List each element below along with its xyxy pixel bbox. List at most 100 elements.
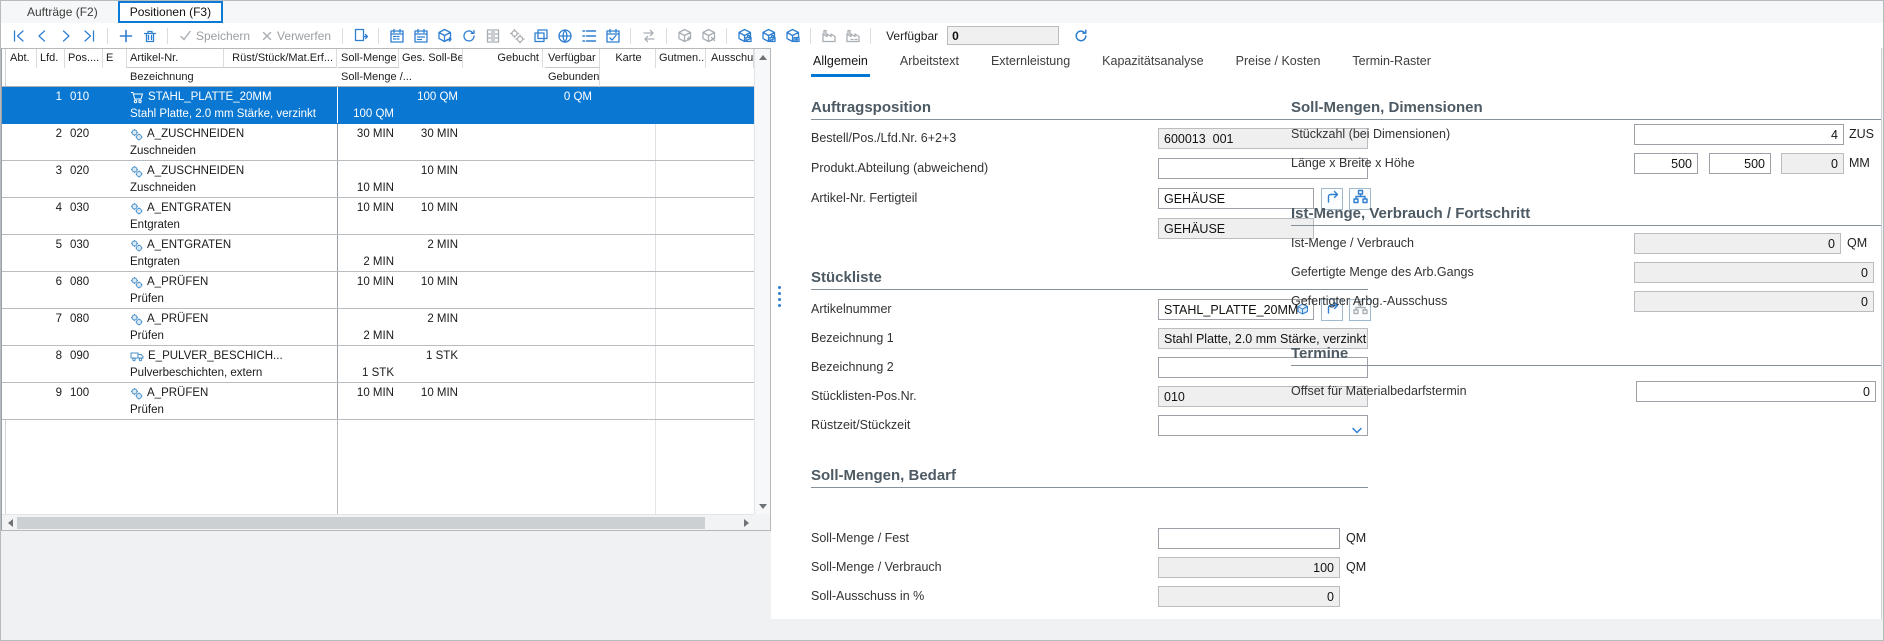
scroll-left-icon[interactable]: [2, 515, 18, 531]
breite-field[interactable]: 500: [1709, 153, 1771, 174]
scrollbar-thumb[interactable]: [17, 517, 705, 529]
cell-verfuegbar: 0 QM: [545, 88, 595, 106]
table-row[interactable]: 7 080 A_PRÜFEN 2 MIN Prüfen 2 MIN: [2, 309, 754, 346]
ruestzeit-dropdown[interactable]: [1158, 415, 1368, 436]
gears-process-icon[interactable]: [506, 25, 527, 46]
cell-soll-menge: 2 MIN: [338, 253, 397, 271]
save-button[interactable]: Speichern: [175, 29, 254, 43]
first-record-button[interactable]: [7, 25, 28, 46]
soll-menge-fest-field[interactable]: [1158, 528, 1340, 549]
archive-cabinet-icon[interactable]: [482, 25, 503, 46]
toolbar-separator: [870, 28, 871, 44]
table-row[interactable]: 6 080 A_PRÜFEN 10 MIN 10 MIN Prüfen: [2, 272, 754, 309]
ruestzeit-label: Rüstzeit/Stückzeit: [811, 418, 910, 432]
copy-document-icon[interactable]: [350, 25, 371, 46]
factory-2-icon[interactable]: [842, 25, 863, 46]
table-row[interactable]: 9 100 A_PRÜFEN 10 MIN 10 MIN Prüfen: [2, 383, 754, 420]
col-header-abt[interactable]: Abt.: [7, 49, 37, 68]
cell-lfd: 2: [37, 125, 65, 143]
toolbar-separator: [726, 28, 727, 44]
panel-splitter[interactable]: [771, 48, 787, 619]
table-vertical-scrollbar[interactable]: [754, 49, 770, 514]
last-record-button[interactable]: [79, 25, 100, 46]
refresh-icon[interactable]: [1070, 25, 1091, 46]
stueckzahl-field[interactable]: 4: [1634, 124, 1844, 145]
tab-auftraege[interactable]: Aufträge (F2): [15, 1, 110, 23]
table-horizontal-scrollbar[interactable]: [2, 514, 770, 530]
tab-kapazitaetsanalyse[interactable]: Kapazitätsanalyse: [1100, 52, 1205, 77]
verbrauch-unit: QM: [1346, 560, 1366, 574]
verfuegbar-input[interactable]: 0: [947, 26, 1059, 45]
box-lock-2-icon[interactable]: [758, 25, 779, 46]
cell-pos: 080: [67, 310, 103, 328]
cell-artikel: A_PRÜFEN: [127, 310, 336, 328]
box-adjust-icon[interactable]: [674, 25, 695, 46]
factory-1-icon[interactable]: [818, 25, 839, 46]
cell-artikel: STAHL_PLATTE_20MM: [127, 88, 336, 106]
cell-bezeichnung: Prüfen: [127, 401, 336, 419]
delete-button[interactable]: [139, 25, 160, 46]
tab-termin-raster[interactable]: Termin-Raster: [1350, 52, 1433, 77]
cards-stack-icon[interactable]: [530, 25, 551, 46]
globe-package-icon[interactable]: [554, 25, 575, 46]
cell-artikel: A_ZUSCHNEIDEN: [127, 162, 336, 180]
table-row[interactable]: 2 020 A_ZUSCHNEIDEN 30 MIN 30 MIN Zuschn…: [2, 124, 754, 161]
scroll-right-icon[interactable]: [738, 515, 754, 531]
calendar-schedule-icon[interactable]: [386, 25, 407, 46]
tab-allgemein[interactable]: Allgemein: [811, 52, 870, 77]
toolbar-separator: [107, 28, 108, 44]
col-header-lfd[interactable]: Lfd.: [37, 49, 65, 68]
col-header-verfuegbar[interactable]: Verfügbar: [545, 49, 600, 68]
calendar-confirm-icon[interactable]: [602, 25, 623, 46]
sync-icon[interactable]: [458, 25, 479, 46]
tab-positionen[interactable]: Positionen (F3): [118, 1, 223, 23]
col-header-soll-menge[interactable]: Soll-Menge /...: [338, 68, 438, 87]
col-header-pos[interactable]: Pos....: [65, 49, 103, 68]
box-lock-3-icon[interactable]: [782, 25, 803, 46]
cell-artikel: A_ENTGRATEN: [127, 199, 336, 217]
box-lock-1-icon[interactable]: [734, 25, 755, 46]
col-header-gutmenge[interactable]: Gutmen...: [656, 49, 706, 68]
add-button[interactable]: [115, 25, 136, 46]
table-row[interactable]: 4 030 A_ENTGRATEN 10 MIN 10 MIN Entgrate…: [2, 198, 754, 235]
previous-record-button[interactable]: [31, 25, 52, 46]
cell-ges-soll-bed: 2 MIN: [399, 236, 461, 254]
scroll-up-icon[interactable]: [755, 49, 771, 65]
offset-materialbedarfstermin-field[interactable]: 0: [1636, 381, 1876, 402]
box-cancel-icon[interactable]: [698, 25, 719, 46]
table-row[interactable]: 1 010 STAHL_PLATTE_20MM 100 QM 0 QM Stah…: [2, 87, 754, 124]
laenge-breite-hoehe-label: Länge x Breite x Höhe: [1291, 156, 1415, 170]
next-record-button[interactable]: [55, 25, 76, 46]
discard-button[interactable]: Verwerfen: [257, 29, 335, 43]
table-row[interactable]: 8 090 E_PULVER_BESCHICH... 1 STK Pulverb…: [2, 346, 754, 383]
col-header-soll-menge-fix[interactable]: Soll-Menge fix: [338, 49, 399, 68]
table-row[interactable]: 5 030 A_ENTGRATEN 2 MIN Entgraten 2 MIN: [2, 235, 754, 272]
col-header-e[interactable]: E: [103, 49, 127, 68]
chevron-down-icon[interactable]: [1351, 422, 1363, 440]
col-header-bezeichnung[interactable]: Bezeichnung: [127, 68, 337, 87]
col-header-artikel[interactable]: Artikel-Nr.: [127, 49, 224, 68]
cell-pos: 020: [67, 162, 103, 180]
box-dispatch-icon[interactable]: [434, 25, 455, 46]
scroll-down-icon[interactable]: [755, 498, 771, 514]
cell-soll-menge: [338, 216, 397, 234]
transfer-arrows-icon[interactable]: [638, 25, 659, 46]
tab-arbeitstext[interactable]: Arbeitstext: [898, 52, 961, 77]
col-header-ges-soll-bed[interactable]: Ges. Soll-Bed...: [399, 49, 463, 68]
tab-externleistung[interactable]: Externleistung: [989, 52, 1072, 77]
col-header-ruest[interactable]: Rüst/Stück/Mat.Erf...: [224, 49, 337, 68]
cell-bezeichnung: Zuschneiden: [127, 142, 336, 160]
cell-lfd: 1: [37, 88, 65, 106]
cell-bezeichnung: Pulverbeschichten, extern: [127, 364, 336, 382]
laenge-field[interactable]: 500: [1634, 153, 1698, 174]
col-header-ausschuss[interactable]: Ausschu...: [708, 49, 754, 68]
table-row[interactable]: 3 020 A_ZUSCHNEIDEN 10 MIN Zuschneiden 1…: [2, 161, 754, 198]
col-header-gebunden[interactable]: Gebunden: [545, 68, 600, 87]
cell-pos: 020: [67, 125, 103, 143]
tab-preise-kosten[interactable]: Preise / Kosten: [1234, 52, 1323, 77]
col-header-karte[interactable]: Karte: [602, 49, 656, 68]
list-details-icon[interactable]: [578, 25, 599, 46]
calendar-period-icon[interactable]: [410, 25, 431, 46]
gears-icon: [130, 165, 143, 178]
col-header-gebucht[interactable]: Gebucht: [463, 49, 543, 68]
